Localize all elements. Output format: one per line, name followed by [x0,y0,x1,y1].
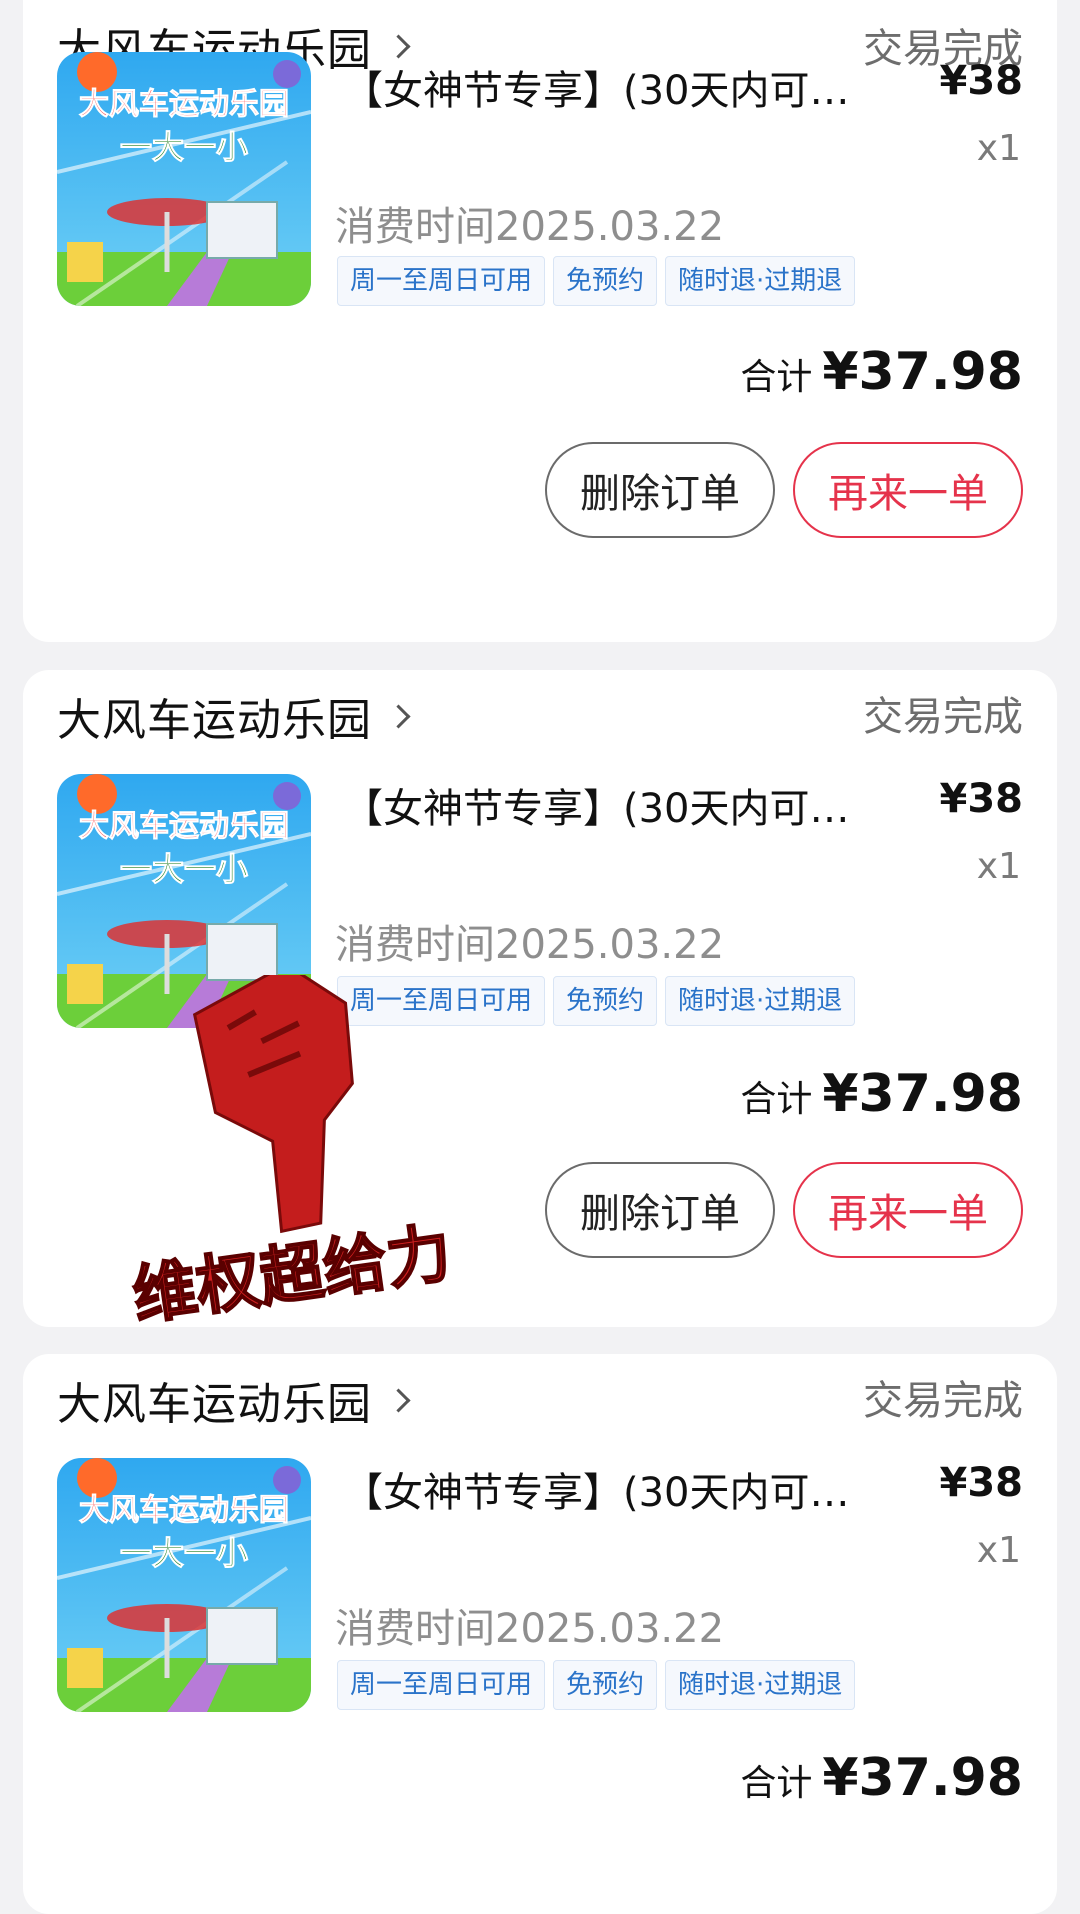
quantity: x1 [976,128,1021,169]
tag-list: 周一至周日可用 免预约 随时退·过期退 [337,1660,856,1710]
thumbnail-title-text: 大风车运动乐园 [79,1493,289,1528]
product-thumbnail[interactable]: 大风车运动乐园 一大一小 [57,774,311,1028]
tag-no-reservation: 免预约 [553,256,658,306]
tag-refund-anytime: 随时退·过期退 [665,1660,856,1710]
shop-name: 大风车运动乐园 [57,695,372,746]
order-total: 合计 ¥37.98 [740,1748,1023,1808]
thumbnail-subtitle-text: 一大一小 [120,850,248,888]
unit-price: ¥38 [939,1460,1024,1506]
thumbnail-subtitle-text: 一大一小 [120,128,248,166]
total-amount: ¥37.98 [822,1064,1023,1124]
thumbnail-title-text: 大风车运动乐园 [79,87,289,122]
tag-no-reservation: 免预约 [553,1660,658,1710]
order-card: 大风车运动乐园 交易完成 大风车运动乐园 一大一小 【女神节专享】(30天内可…… [23,670,1057,1327]
total-label: 合计 [740,357,813,398]
product-title[interactable]: 【女神节专享】(30天内可… [343,776,883,834]
chevron-right-icon [386,1387,411,1413]
action-buttons: 删除订单 再来一单 [545,1162,1023,1258]
total-label: 合计 [740,1079,813,1120]
tag-list: 周一至周日可用 免预约 随时退·过期退 [337,256,856,306]
unit-price: ¥38 [939,58,1024,104]
order-card: 大风车运动乐园 交易完成 大风车运动乐园 一大一小 【女神节专享】(30天内可…… [23,1354,1057,1914]
quantity: x1 [976,846,1021,887]
reorder-button[interactable]: 再来一单 [793,1162,1023,1258]
shop-link[interactable]: 大风车运动乐园 [57,1368,411,1432]
delete-order-button[interactable]: 删除订单 [545,1162,775,1258]
order-status: 交易完成 [863,694,1023,740]
tag-weekdays: 周一至周日可用 [337,976,546,1026]
unit-price: ¥38 [939,776,1024,822]
total-amount: ¥37.98 [822,1748,1023,1808]
tag-no-reservation: 免预约 [553,976,658,1026]
product-thumbnail[interactable]: 大风车运动乐园 一大一小 [57,52,311,306]
chevron-right-icon [386,33,411,59]
order-total: 合计 ¥37.98 [740,1064,1023,1124]
chevron-right-icon [386,703,411,729]
tag-weekdays: 周一至周日可用 [337,256,546,306]
action-buttons: 删除订单 再来一单 [545,442,1023,538]
tag-refund-anytime: 随时退·过期退 [665,256,856,306]
consume-time: 消费时间2025.03.22 [335,1606,725,1652]
thumbnail-title-text: 大风车运动乐园 [79,809,289,844]
total-amount: ¥37.98 [822,342,1023,402]
product-title[interactable]: 【女神节专享】(30天内可… [343,58,883,116]
quantity: x1 [976,1530,1021,1571]
product-thumbnail[interactable]: 大风车运动乐园 一大一小 [57,1458,311,1712]
product-title[interactable]: 【女神节专享】(30天内可… [343,1460,883,1518]
tag-list: 周一至周日可用 免预约 随时退·过期退 [337,976,856,1026]
consume-time: 消费时间2025.03.22 [335,922,725,968]
shop-name: 大风车运动乐园 [57,1379,372,1430]
order-status: 交易完成 [863,1378,1023,1424]
total-label: 合计 [740,1763,813,1804]
order-card: 大风车运动乐园 交易完成 大风车运动乐园 一大一小 【女神节专享】(30天内可…… [23,0,1057,642]
tag-refund-anytime: 随时退·过期退 [665,976,856,1026]
order-total: 合计 ¥37.98 [740,342,1023,402]
shop-link[interactable]: 大风车运动乐园 [57,684,411,748]
reorder-button[interactable]: 再来一单 [793,442,1023,538]
tag-weekdays: 周一至周日可用 [337,1660,546,1710]
consume-time: 消费时间2025.03.22 [335,204,725,250]
delete-order-button[interactable]: 删除订单 [545,442,775,538]
thumbnail-subtitle-text: 一大一小 [120,1534,248,1572]
